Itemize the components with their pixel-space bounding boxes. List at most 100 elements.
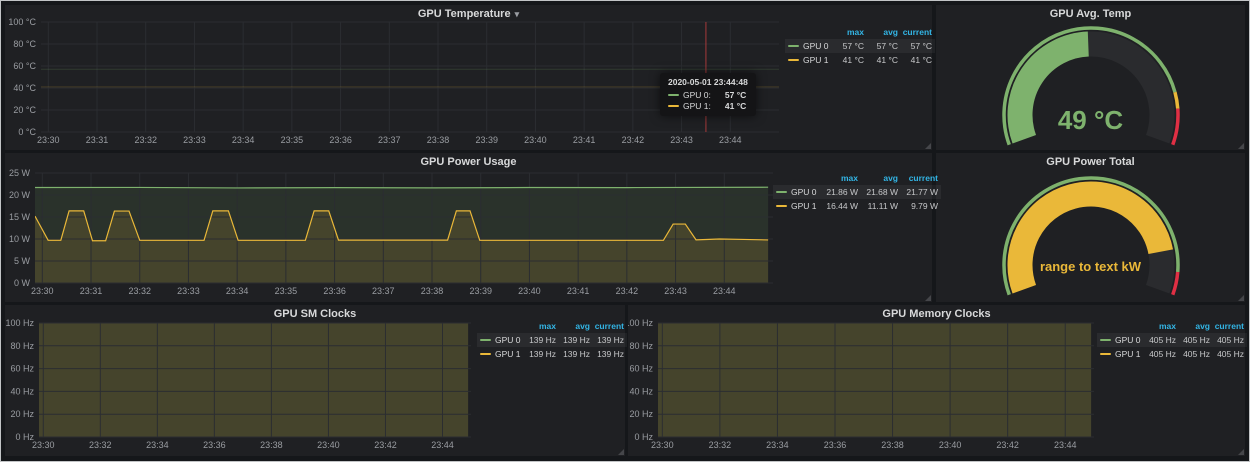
panel-gpu-sm-clocks: GPU SM Clocks 0 Hz20 Hz40 Hz60 Hz80 Hz10… (5, 305, 625, 456)
svg-text:23:40: 23:40 (518, 286, 541, 296)
legend-header-current[interactable]: current (898, 26, 932, 39)
legend-value: 405 Hz (1176, 334, 1210, 347)
legend-value: 139 Hz (522, 348, 556, 361)
panel-title-gpu-temperature[interactable]: GPU Temperature▾ (5, 5, 932, 22)
legend-value: 57 °C (864, 40, 898, 53)
legend-row: GPU 141 °C41 °C41 °C (785, 53, 935, 67)
legend-value: 57 °C (830, 40, 864, 53)
svg-text:23:37: 23:37 (372, 286, 395, 296)
gpu-temperature-legend: maxavgcurrentGPU 057 °C57 °C57 °CGPU 141… (785, 25, 935, 67)
svg-text:23:36: 23:36 (824, 440, 847, 450)
legend-header-avg[interactable]: avg (556, 320, 590, 333)
legend-value: 21.68 W (858, 186, 898, 199)
panel-gpu-memory-clocks: GPU Memory Clocks 0 Hz20 Hz40 Hz60 Hz80 … (628, 305, 1245, 456)
tooltip-series-name: GPU 0: (683, 90, 711, 100)
svg-text:23:42: 23:42 (996, 440, 1019, 450)
panel-resize-handle[interactable] (1238, 295, 1244, 301)
panel-title-text: GPU Avg. Temp (1050, 8, 1132, 20)
svg-text:23:38: 23:38 (260, 440, 283, 450)
legend-row: GPU 057 °C57 °C57 °C (785, 39, 935, 53)
panel-resize-handle[interactable] (925, 143, 931, 149)
gpu-sm-clocks-chart[interactable]: 0 Hz20 Hz40 Hz60 Hz80 Hz100 Hz23:3023:32… (5, 319, 479, 455)
series-swatch (480, 353, 491, 355)
svg-text:40 Hz: 40 Hz (10, 386, 34, 396)
legend-row: GPU 1405 Hz405 Hz405 Hz (1097, 347, 1247, 361)
svg-text:23:44: 23:44 (1054, 440, 1077, 450)
legend-header-max[interactable]: max (1142, 320, 1176, 333)
legend-row: GPU 021.86 W21.68 W21.77 W (773, 185, 941, 199)
svg-text:23:34: 23:34 (766, 440, 789, 450)
tooltip-row: GPU 1: 41 °C (668, 100, 748, 111)
svg-text:10 W: 10 W (9, 234, 31, 244)
legend-header-avg[interactable]: avg (858, 172, 898, 185)
legend-value: 405 Hz (1142, 334, 1176, 347)
panel-title-gpu-power-usage[interactable]: GPU Power Usage (5, 153, 932, 170)
svg-text:23:36: 23:36 (329, 135, 352, 145)
series-swatch (480, 339, 491, 341)
panel-resize-handle[interactable] (925, 295, 931, 301)
legend-value: 139 Hz (590, 334, 624, 347)
gpu-power-total-gauge (936, 153, 1245, 302)
legend-header-current[interactable]: current (1210, 320, 1244, 333)
legend-series-name[interactable]: GPU 1 (1100, 348, 1142, 361)
panel-resize-handle[interactable] (1238, 143, 1244, 149)
legend-series-name[interactable]: GPU 0 (788, 40, 830, 53)
legend-header-max[interactable]: max (830, 26, 864, 39)
legend-header-current[interactable]: current (898, 172, 938, 185)
panel-resize-handle[interactable] (618, 449, 624, 455)
legend-series-name[interactable]: GPU 1 (480, 348, 522, 361)
legend-header-row: maxavgcurrent (477, 319, 627, 333)
legend-value: 41 °C (864, 54, 898, 67)
panel-title-text: GPU Memory Clocks (882, 308, 990, 320)
legend-value: 405 Hz (1210, 334, 1244, 347)
series-swatch (788, 45, 799, 47)
panel-resize-handle[interactable] (1238, 449, 1244, 455)
legend-series-name[interactable]: GPU 0 (1100, 334, 1142, 347)
svg-text:23:38: 23:38 (427, 135, 450, 145)
panel-title-text: GPU Power Total (1046, 156, 1134, 168)
legend-header-max[interactable]: max (522, 320, 556, 333)
legend-header-avg[interactable]: avg (864, 26, 898, 39)
svg-text:0 °C: 0 °C (18, 127, 36, 137)
legend-value: 41 °C (898, 54, 932, 67)
legend-series-name[interactable]: GPU 0 (776, 186, 818, 199)
legend-value: 139 Hz (522, 334, 556, 347)
panel-title-gpu-power-total[interactable]: GPU Power Total (936, 153, 1245, 170)
panel-gpu-avg-temp: GPU Avg. Temp 49 °C (936, 5, 1245, 150)
svg-text:23:33: 23:33 (177, 286, 200, 296)
legend-header-max[interactable]: max (818, 172, 858, 185)
legend-series-name[interactable]: GPU 0 (480, 334, 522, 347)
legend-value: 405 Hz (1176, 348, 1210, 361)
panel-gpu-power-total: GPU Power Total range to text kW (936, 153, 1245, 302)
legend-row: GPU 1139 Hz139 Hz139 Hz (477, 347, 627, 361)
svg-text:23:40: 23:40 (317, 440, 340, 450)
legend-value: 139 Hz (556, 334, 590, 347)
panel-title-gpu-avg-temp[interactable]: GPU Avg. Temp (936, 5, 1245, 22)
svg-text:23:40: 23:40 (939, 440, 962, 450)
svg-text:23:36: 23:36 (323, 286, 346, 296)
svg-text:80 Hz: 80 Hz (629, 341, 653, 351)
series-swatch (668, 105, 679, 107)
svg-text:23:42: 23:42 (374, 440, 397, 450)
gpu-power-usage-chart[interactable]: 0 W5 W10 W15 W20 W25 W23:3023:3123:3223:… (5, 167, 783, 301)
legend-series-name[interactable]: GPU 1 (776, 200, 818, 213)
svg-text:23:35: 23:35 (281, 135, 304, 145)
svg-text:60 Hz: 60 Hz (10, 364, 34, 374)
svg-text:23:32: 23:32 (128, 286, 151, 296)
svg-text:23:38: 23:38 (421, 286, 444, 296)
svg-text:23:38: 23:38 (881, 440, 904, 450)
legend-value: 405 Hz (1210, 348, 1244, 361)
gpu-memory-clocks-chart[interactable]: 0 Hz20 Hz40 Hz60 Hz80 Hz100 Hz23:3023:32… (628, 319, 1100, 455)
svg-text:23:34: 23:34 (146, 440, 169, 450)
legend-header-current[interactable]: current (590, 320, 624, 333)
panel-title-text: GPU Power Usage (421, 156, 517, 168)
legend-value: 139 Hz (556, 348, 590, 361)
panel-title-text: GPU Temperature (418, 8, 511, 20)
svg-text:20 W: 20 W (9, 190, 31, 200)
legend-value: 405 Hz (1142, 348, 1176, 361)
legend-value: 41 °C (830, 54, 864, 67)
svg-text:23:41: 23:41 (573, 135, 596, 145)
chart-tooltip: 2020-05-01 23:44:48 GPU 0: 57 °C GPU 1: … (660, 73, 756, 116)
legend-header-avg[interactable]: avg (1176, 320, 1210, 333)
legend-series-name[interactable]: GPU 1 (788, 54, 830, 67)
